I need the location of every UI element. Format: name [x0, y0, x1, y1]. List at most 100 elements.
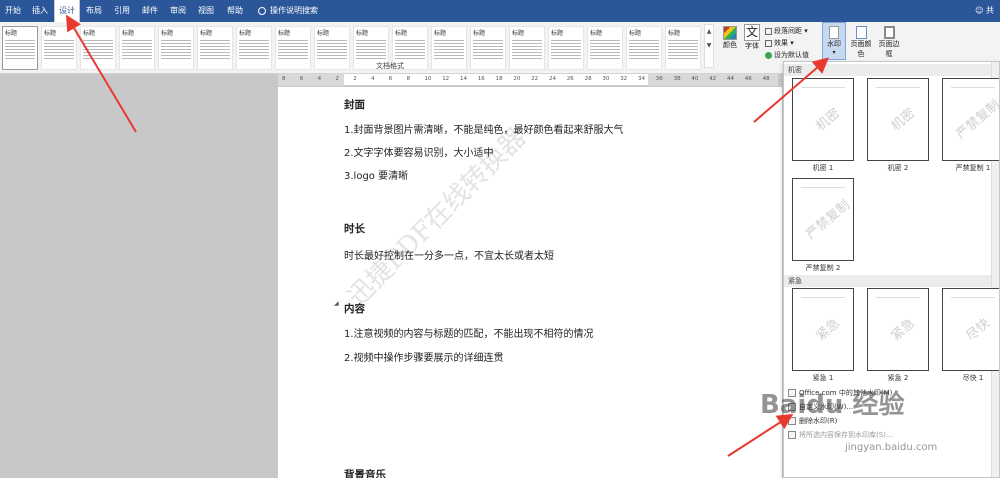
style-set-thumbnail[interactable]: 标题 [587, 26, 623, 70]
watermark-option-label: 机密 1 [812, 164, 834, 172]
style-set-thumbnail[interactable]: 标题 [119, 26, 155, 70]
style-set-thumbnail[interactable]: 标题 [314, 26, 350, 70]
style-set-thumbnail[interactable]: 标题 [431, 26, 467, 70]
ruler-tick-label: 32 [620, 76, 628, 82]
share-label: 共 [986, 6, 994, 15]
ruler-tick-label: 18 [495, 76, 503, 82]
save-gallery-icon [788, 431, 796, 439]
document-paragraph: 时长最好控制在一分多一点，不宜太长或者太短 [344, 251, 554, 262]
watermark-preview: 严禁复制 [942, 78, 999, 161]
style-set-thumbnail[interactable]: 标题 [158, 26, 194, 70]
style-set-title: 标题 [473, 30, 486, 37]
style-set-thumbnail[interactable]: 标题 [470, 26, 506, 70]
section-header-urgent: 紧急 [784, 275, 999, 287]
collapse-heading-icon[interactable]: ◢ [334, 300, 339, 307]
ruler-tick-label: 28 [584, 76, 592, 82]
watermark-preview-word: 机密 [888, 105, 919, 135]
watermark-option[interactable]: 机密机密 2 [867, 78, 929, 173]
watermark-preview: 机密 [792, 78, 854, 161]
watermark-option[interactable]: 严禁复制严禁复制 2 [792, 178, 854, 273]
chevron-down-icon: ▾ [832, 49, 836, 56]
effects-button[interactable]: 效果 ▾ [765, 38, 794, 48]
watermark-option[interactable]: 尽快尽快 1 [942, 288, 999, 383]
ruler-tick-label: 10 [424, 76, 432, 82]
watermark-option[interactable]: 严禁复制严禁复制 1 [942, 78, 999, 173]
watermark-button[interactable]: 水印 ▾ [822, 22, 846, 60]
style-set-title: 标题 [356, 30, 369, 37]
style-set-title: 标题 [161, 30, 174, 37]
gallery-scroll-buttons[interactable]: ▲ ▼ [704, 24, 714, 68]
ruler-tick-label: 14 [460, 76, 467, 82]
tab-home[interactable]: 开始 [0, 0, 26, 22]
watermark-preview-word: 严禁复制 [803, 197, 854, 243]
watermark-option-label: 严禁复制 1 [955, 164, 991, 172]
ruler-tick-label: 8 [406, 76, 411, 82]
style-set-thumbnail[interactable]: 标题 [665, 26, 701, 70]
watermark-option-label: 尽快 1 [962, 374, 984, 382]
style-set-title: 标题 [668, 30, 681, 37]
tab-layout[interactable]: 布局 [82, 0, 106, 22]
ruler-tick-label: 4 [317, 76, 322, 82]
colors-label: 颜色 [723, 41, 737, 49]
style-set-title: 标题 [5, 30, 18, 37]
watermark-option[interactable]: 紧急 紧急 2 [867, 288, 929, 383]
tab-help[interactable]: 帮助 [222, 0, 248, 22]
ruler-tick-label: 22 [531, 76, 539, 82]
document-heading: 内容 [344, 303, 365, 315]
lightbulb-icon [258, 6, 266, 15]
style-set-thumbnail[interactable]: 标题 [197, 26, 233, 70]
page-borders-button[interactable]: 页面边框 [876, 24, 902, 59]
colors-button[interactable]: 颜色 [720, 26, 740, 50]
watermark-preview: 尽快 [942, 288, 999, 371]
tell-me-search[interactable]: 操作说明搜索 [258, 0, 318, 22]
watermark-preview: 严禁复制 [792, 178, 854, 261]
style-set-thumbnail[interactable]: 标题 [626, 26, 662, 70]
tab-insert[interactable]: 插入 [28, 0, 52, 22]
watermark-option-label: 机密 2 [887, 164, 909, 172]
tab-mailings[interactable]: 邮件 [138, 0, 162, 22]
watermark-option-label: 严禁复制 2 [805, 264, 841, 272]
effects-icon [765, 39, 772, 47]
paragraph-spacing-button[interactable]: 段落间距 ▾ [765, 26, 808, 36]
ruler-tick-label: 4 [371, 76, 375, 82]
ruler-tick-label: 34 [638, 76, 645, 82]
style-set-thumbnail[interactable]: 标题 [41, 26, 77, 70]
tab-review[interactable]: 审阅 [166, 0, 190, 22]
watermark-label: 水印 [827, 40, 841, 48]
ribbon-tab-bar: 开始 插入 设计 布局 引用 邮件 审阅 视图 帮助 操作说明搜索 ☺ 共 [0, 0, 1000, 22]
style-set-thumbnail[interactable]: 标题 [80, 26, 116, 70]
ruler-tick-label: 30 [602, 76, 610, 82]
page-color-icon [855, 26, 867, 39]
horizontal-ruler[interactable]: 8 6 4 2 2 4 6 8 10 12 14 16 18 20 22 24 26 28 30 32 34 36 38 40… [278, 74, 778, 86]
style-set-thumbnail[interactable]: 标题 [275, 26, 311, 70]
style-set-title: 标题 [590, 30, 603, 37]
style-set-thumbnail[interactable]: 标题 [509, 26, 545, 70]
document-page[interactable]: 迅捷PDF在线转换器 ◢ 封面 1.封面背景图片需清晰，不能是纯色，最好颜色看起来… [278, 87, 782, 478]
ruler-tick-label: 8 [282, 76, 286, 82]
tab-view[interactable]: 视图 [194, 0, 218, 22]
set-default-button[interactable]: 设为默认值 [765, 50, 809, 60]
style-set-title: 标题 [434, 30, 447, 37]
watermark-option[interactable]: 紧急 紧急 1 [792, 288, 854, 383]
checkmark-icon [765, 51, 772, 59]
share-button[interactable]: ☺ 共 [975, 0, 994, 22]
watermark-option[interactable]: 机密机密 1 [792, 78, 854, 173]
watermark-preview: 紧急 [867, 288, 929, 371]
fonts-button[interactable]: 文 字体 [742, 24, 762, 51]
ruler-tick-label: 6 [388, 76, 393, 82]
ruler-left-margin [278, 74, 344, 86]
word-window: 开始 插入 设计 布局 引用 邮件 审阅 视图 帮助 操作说明搜索 ☺ 共 标题… [0, 0, 1000, 478]
set-default-label: 设为默认值 [774, 51, 809, 59]
watermark-preview: 紧急 [792, 288, 854, 371]
style-set-thumbnail[interactable]: 标题 [548, 26, 584, 70]
tab-design[interactable]: 设计 [54, 0, 80, 22]
ruler-tick-label: 16 [477, 76, 485, 82]
tab-references[interactable]: 引用 [110, 0, 134, 22]
ruler-tick-label: 2 [353, 76, 357, 82]
style-set-thumbnail[interactable]: 标题 [2, 26, 38, 70]
style-set-thumbnail[interactable]: 标题 [236, 26, 272, 70]
page-color-button[interactable]: 页面颜色 [848, 24, 874, 59]
menu-save-to-gallery[interactable]: 将所选内容保存到水印库(S)... [788, 430, 893, 440]
ruler-tick-label: 40 [691, 76, 699, 82]
watermark-icon [829, 26, 839, 39]
